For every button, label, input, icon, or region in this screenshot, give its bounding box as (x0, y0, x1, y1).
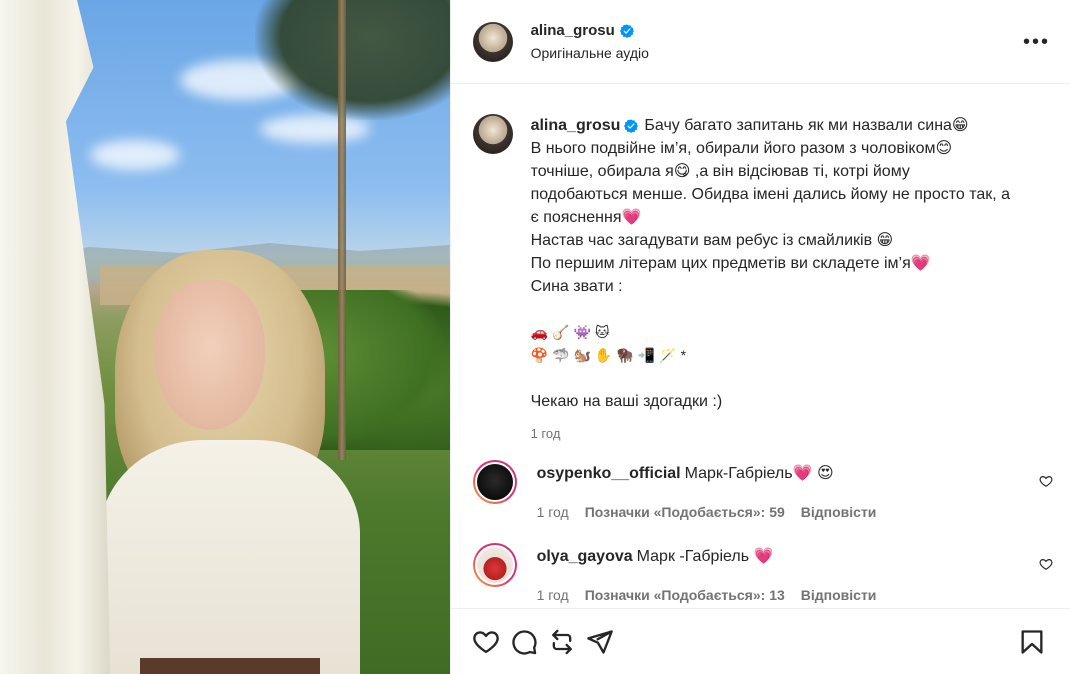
comment-text: olya_gayova Марк -Габріель 💗 (537, 546, 1053, 568)
sky-cloud (90, 140, 180, 170)
heart-icon (472, 630, 499, 653)
author-avatar[interactable] (472, 21, 513, 62)
caption-line: alina_grosu Бачу багато запитань як ми на… (531, 114, 1041, 137)
comment-text: osypenko__official Марк-Габріель💗 😍 (537, 463, 1053, 485)
reply-button[interactable]: Відповісти (801, 587, 877, 603)
caption-author-avatar[interactable] (472, 114, 513, 154)
comment-meta: 1 год Позначки «Подобається»: 13 Відпові… (537, 587, 1053, 603)
olya-avatar (474, 545, 515, 585)
caption-username[interactable]: alina_grosu (531, 114, 639, 137)
caption-line: Сина звати : (530, 278, 623, 295)
caption-username-text[interactable]: alina_grosu (531, 114, 621, 137)
comment-icon (511, 629, 537, 655)
belt (140, 658, 320, 674)
verified-badge-icon (619, 23, 634, 38)
commenter-username[interactable]: osypenko__official (537, 465, 681, 482)
tree-foliage (255, 0, 450, 120)
author-username[interactable]: alina_grosu (531, 22, 649, 39)
comment-likes-count[interactable]: Позначки «Подобається»: 13 (585, 587, 785, 603)
face (155, 280, 265, 430)
caption-text: alina_grosu Бачу багато запитань як ми на… (531, 114, 1041, 445)
post-media-video[interactable] (0, 0, 450, 674)
repost-button[interactable] (548, 628, 576, 656)
comment-timestamp[interactable]: 1 год (537, 504, 569, 520)
comments-section: alina_grosu Бачу багато запитань як ми на… (451, 84, 1070, 608)
commenter-username[interactable]: olya_gayova (537, 548, 633, 565)
comment-item: olya_gayova Марк -Габріель 💗 1 год Познач… (472, 543, 1053, 603)
share-icon (586, 629, 613, 654)
post-side-panel: alina_grosu Оригінальне аудіо ••• alina_… (449, 0, 1070, 674)
post-actions-bar (450, 608, 1070, 674)
caption-line: точніше, обирала я😋 ,а він відсіював ті,… (530, 163, 910, 180)
white-curtain (0, 0, 110, 674)
caption-line: В нього подвійне ім’я, обирали його разо… (530, 140, 953, 157)
comment-content: Марк-Габріель💗 😍 (684, 465, 834, 482)
caption-line-text: Бачу багато запитань як ми назвали сина😁 (644, 117, 969, 134)
reply-button[interactable]: Відповісти (801, 504, 877, 520)
save-button[interactable] (1018, 628, 1046, 656)
like-button[interactable] (472, 628, 500, 656)
instagram-post: alina_grosu Оригінальне аудіо ••• alina_… (0, 0, 1070, 674)
comment-meta: 1 год Позначки «Подобається»: 59 Відпові… (537, 504, 1053, 520)
commenter-avatar[interactable] (472, 543, 517, 587)
original-audio-link[interactable]: Оригінальне аудіо (531, 45, 649, 61)
osypenko-avatar (474, 462, 515, 502)
comment-like-heart-icon[interactable] (1039, 474, 1053, 488)
repost-icon (551, 629, 572, 654)
caption-line: Настав час загадувати вам ребус із смайл… (530, 232, 894, 249)
post-header: alina_grosu Оригінальне аудіо ••• (450, 0, 1070, 84)
caption-line: По першим літерам цих предметів ви склад… (530, 255, 931, 272)
caption-line: Чекаю на ваші здогадки :) (530, 393, 723, 410)
comment-button[interactable] (510, 628, 538, 656)
comment-content: Марк -Габріель 💗 (636, 548, 774, 565)
caption-emoji-row: 🍄🦈🐿️✋🦬📲🪄* (530, 347, 691, 363)
caption-line: є пояснення💗 (530, 209, 642, 226)
woman-figure (60, 250, 390, 674)
white-shirt (100, 440, 360, 674)
caption: alina_grosu Бачу багато запитань як ми на… (451, 84, 1070, 445)
comment-item: osypenko__official Марк-Габріель💗 😍 1 год… (472, 460, 1053, 520)
caption-emoji-row: 🚗🪕👾🐱 (530, 324, 614, 340)
commenter-avatar[interactable] (472, 460, 517, 504)
author-info: alina_grosu Оригінальне аудіо (531, 22, 649, 61)
caption-line: подобаються менше. Обидва імені дались й… (530, 186, 1011, 203)
comment-body: olya_gayova Марк -Габріель 💗 1 год Познач… (537, 543, 1053, 603)
more-options-icon[interactable]: ••• (1023, 32, 1050, 52)
comment-timestamp[interactable]: 1 год (537, 587, 569, 603)
bookmark-icon (1021, 630, 1043, 654)
caption-timestamp[interactable]: 1 год (531, 422, 1041, 445)
author-username-text[interactable]: alina_grosu (531, 22, 615, 39)
share-button[interactable] (586, 628, 614, 656)
verified-badge-icon (624, 118, 639, 133)
comment-likes-count[interactable]: Позначки «Подобається»: 59 (585, 504, 785, 520)
comment-like-heart-icon[interactable] (1039, 557, 1053, 571)
comment-body: osypenko__official Марк-Габріель💗 😍 1 год… (537, 460, 1053, 520)
